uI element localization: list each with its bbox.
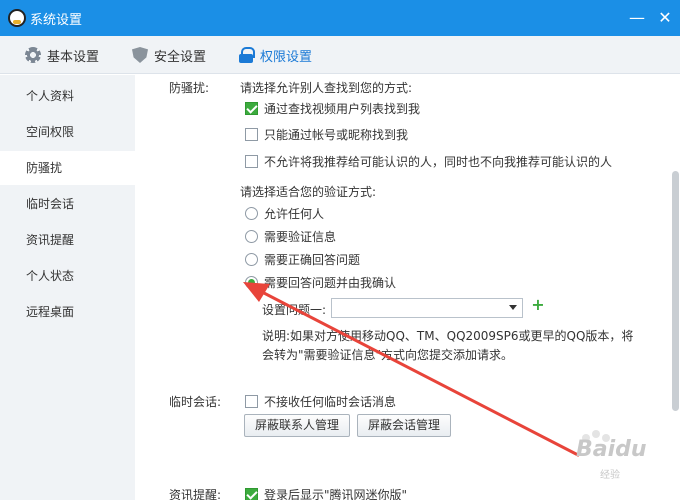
gear-icon [25,47,41,63]
section-label-temp-chat: 临时会话: [169,395,222,409]
sidebar-item-remote-desktop[interactable]: 远程桌面 [0,295,135,329]
chevron-down-icon [509,305,517,310]
sidebar-item-news-alert[interactable]: 资讯提醒 [0,223,135,257]
radio-button[interactable] [245,207,258,220]
sidebar-item-space-permission[interactable]: 空间权限 [0,115,135,149]
note-line-2: 会转为"需要验证信息"方式向您提交添加请求。 [262,348,514,362]
verify-prompt: 请选择适合您的验证方式: [240,185,377,199]
temp-chat-block-option[interactable]: 不接收任何临时会话消息 [245,393,396,410]
option-label: 需要验证信息 [264,230,337,244]
option-label: 不允许将我推荐给可能认识的人，同时也不向我推荐可能认识的人 [264,155,613,169]
qq-logo-icon [8,9,26,27]
checkbox[interactable] [245,102,258,115]
watermark-text: Baidu [576,437,647,462]
option-label: 需要正确回答问题 [264,253,361,267]
news-mini-option[interactable]: 登录后显示"腾讯网迷你版" [245,486,407,500]
shield-icon [132,47,148,63]
option-label: 不接收任何临时会话消息 [264,395,397,409]
section-label-anti-harass: 防骚扰: [169,81,210,95]
option-label: 需要回答问题并由我确认 [264,276,397,290]
checkbox[interactable] [245,155,258,168]
verify-option-anyone[interactable]: 允许任何人 [245,205,324,222]
blocked-sessions-button[interactable]: 屏蔽会话管理 [357,414,452,437]
note-line-1: 说明:如果对方使用移动QQ、TM、QQ2009SP6或更早的QQ版本，将 [262,329,634,343]
option-label: 登录后显示"腾讯网迷你版" [264,488,408,500]
find-prompt: 请选择允许别人查找到您的方式: [240,81,413,95]
option-label: 只能通过帐号或昵称找到我 [264,128,409,142]
tab-security-settings[interactable]: 安全设置 [132,36,206,74]
verify-option-answer-and-confirm[interactable]: 需要回答问题并由我确认 [245,274,396,291]
watermark-subtext: 经验 [600,470,620,481]
sidebar: 个人资料 空间权限 防骚扰 临时会话 资讯提醒 个人状态 远程桌面 [0,75,135,500]
sidebar-item-status[interactable]: 个人状态 [0,259,135,293]
option-label: 通过查找视频用户列表找到我 [264,102,421,116]
checkbox[interactable] [245,128,258,141]
close-button[interactable]: ✕ [655,8,675,28]
tab-basic-settings[interactable]: 基本设置 [25,36,99,74]
scrollbar-thumb[interactable] [672,171,679,411]
question-select[interactable] [331,298,523,318]
settings-tab-bar: 基本设置 安全设置 权限设置 [0,36,680,103]
sidebar-item-temp-chat[interactable]: 临时会话 [0,187,135,221]
title-bar: 系统设置 — ✕ [0,0,680,36]
verify-option-correct-answer[interactable]: 需要正确回答问题 [245,251,360,268]
minimize-button[interactable]: — [627,8,647,28]
radio-button[interactable] [245,276,258,289]
radio-button[interactable] [245,230,258,243]
tab-permission-settings[interactable]: 权限设置 [238,36,312,74]
add-question-icon[interactable]: + [531,297,545,313]
section-label-news: 资讯提醒: [169,488,222,500]
lock-icon [238,47,255,63]
checkbox[interactable] [245,395,258,408]
sidebar-item-anti-harass[interactable]: 防骚扰 [0,151,135,185]
tab-label: 权限设置 [260,49,313,65]
tab-label: 基本设置 [47,49,100,65]
sidebar-item-profile[interactable]: 个人资料 [0,79,135,113]
tab-label: 安全设置 [154,49,207,65]
window-title: 系统设置 [30,13,83,28]
verify-option-need-info[interactable]: 需要验证信息 [245,228,336,245]
option-label: 允许任何人 [264,207,325,221]
find-option-video-list[interactable]: 通过查找视频用户列表找到我 [245,100,420,117]
find-option-account-only[interactable]: 只能通过帐号或昵称找到我 [245,126,408,143]
question-label: 设置问题一: [262,303,327,317]
radio-button[interactable] [245,253,258,266]
find-option-no-recommend[interactable]: 不允许将我推荐给可能认识的人，同时也不向我推荐可能认识的人 [245,153,612,170]
checkbox[interactable] [245,488,258,500]
blocked-contacts-button[interactable]: 屏蔽联系人管理 [244,414,351,437]
